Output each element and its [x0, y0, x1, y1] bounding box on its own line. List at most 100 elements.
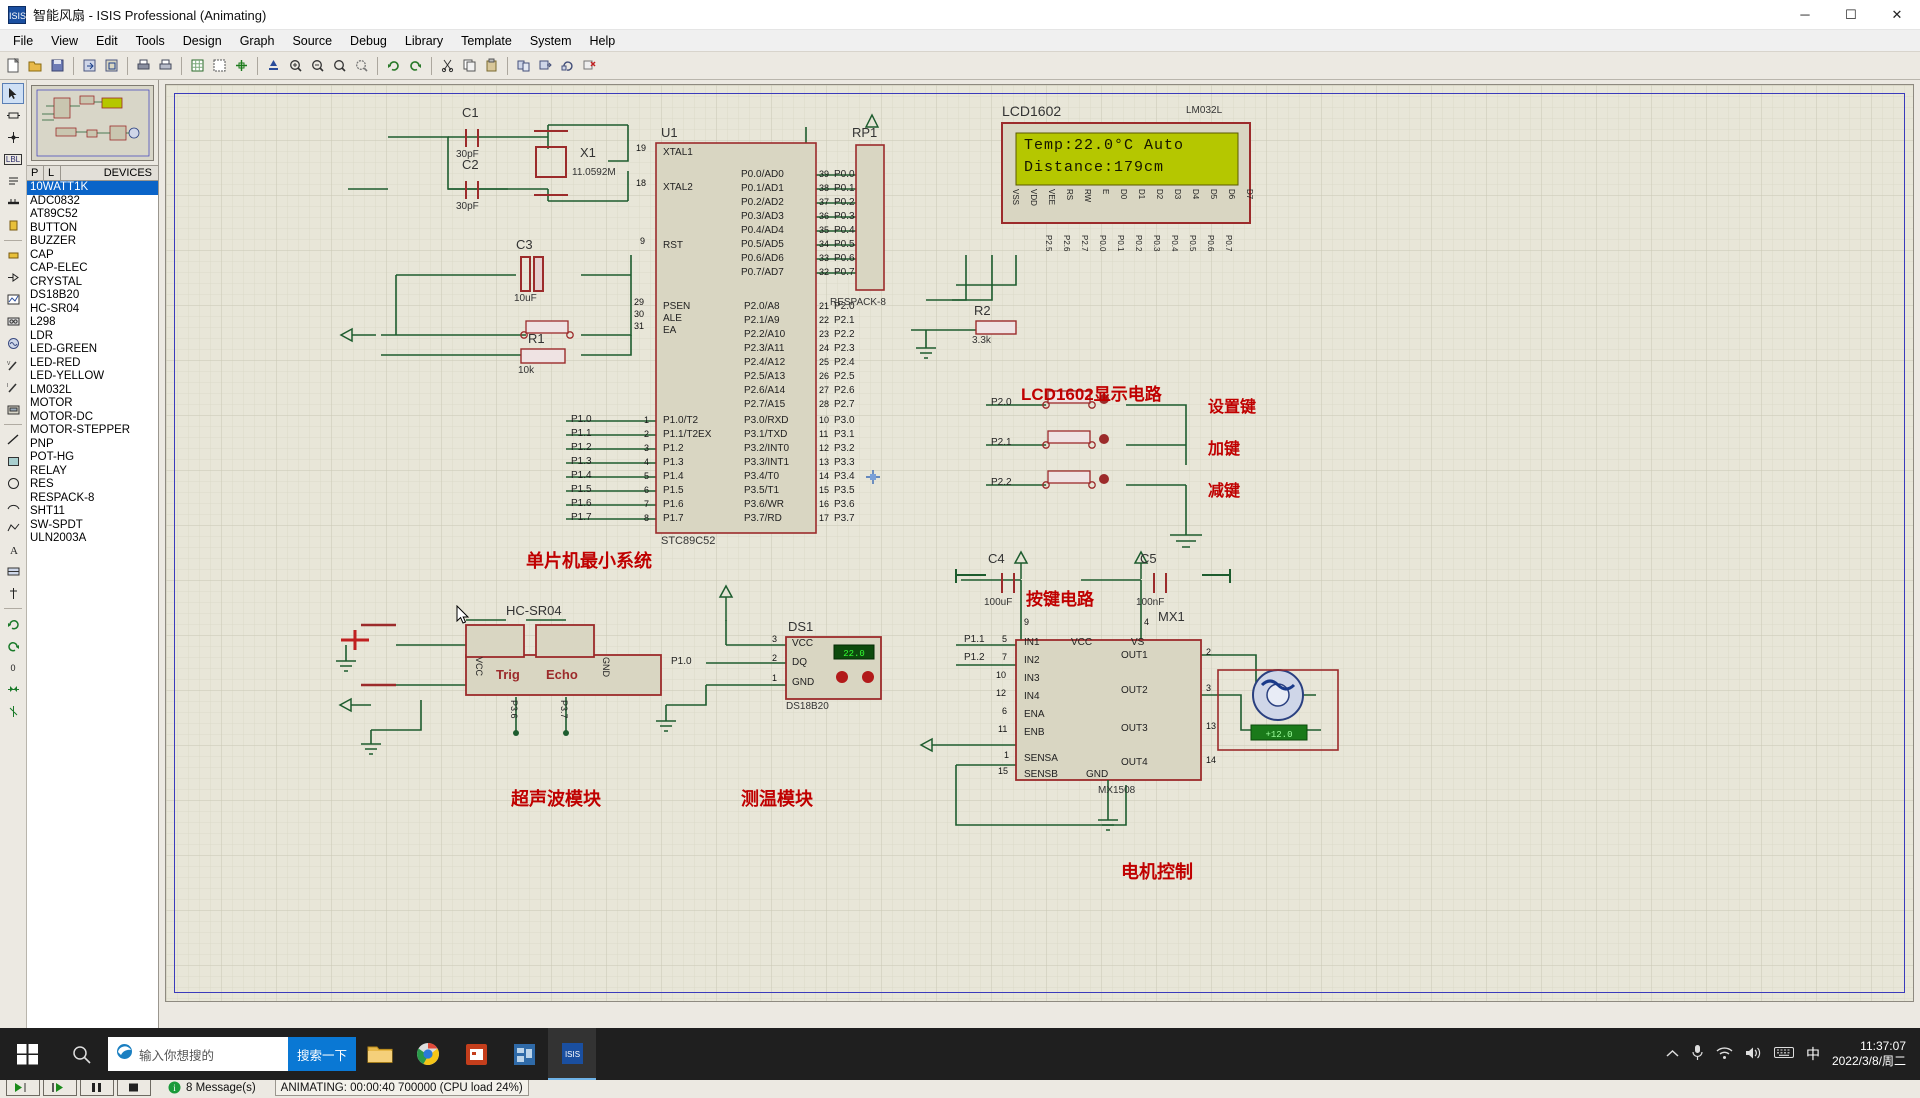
zoom-in-icon[interactable]	[285, 55, 306, 76]
device-item[interactable]: HC-SR04	[27, 303, 158, 317]
menu-template[interactable]: Template	[452, 32, 521, 50]
save-icon[interactable]	[47, 55, 68, 76]
import-icon[interactable]	[79, 55, 100, 76]
snap-grid-icon[interactable]	[209, 55, 230, 76]
origin-icon[interactable]	[231, 55, 252, 76]
menu-debug[interactable]: Debug	[341, 32, 396, 50]
devices-col-title[interactable]: DEVICES	[61, 166, 158, 180]
virtual-instrument-icon[interactable]	[2, 399, 24, 420]
menu-source[interactable]: Source	[283, 32, 341, 50]
print-area-icon[interactable]	[155, 55, 176, 76]
maximize-button[interactable]: ☐	[1828, 0, 1874, 30]
mirror-x-icon[interactable]	[2, 679, 24, 700]
marker-tool-icon[interactable]	[2, 583, 24, 604]
menu-system[interactable]: System	[521, 32, 581, 50]
message-count-area[interactable]: i 8 Message(s)	[168, 1081, 256, 1094]
text-script-icon[interactable]	[2, 171, 24, 192]
graph-mode-icon[interactable]	[2, 289, 24, 310]
new-file-icon[interactable]	[3, 55, 24, 76]
device-item[interactable]: SW-SPDT	[27, 519, 158, 533]
device-item[interactable]: CRYSTAL	[27, 276, 158, 290]
line-tool-icon[interactable]	[2, 429, 24, 450]
proteus-ares-icon[interactable]	[500, 1028, 548, 1080]
device-item[interactable]: MOTOR	[27, 397, 158, 411]
menu-file[interactable]: File	[4, 32, 42, 50]
close-button[interactable]: ✕	[1874, 0, 1920, 30]
symbol-tool-icon[interactable]	[2, 561, 24, 582]
device-item[interactable]: AT89C52	[27, 208, 158, 222]
device-item[interactable]: BUZZER	[27, 235, 158, 249]
device-item[interactable]: LED-YELLOW	[27, 370, 158, 384]
terminal-mode-icon[interactable]	[2, 245, 24, 266]
menu-view[interactable]: View	[42, 32, 87, 50]
block-rotate-icon[interactable]	[557, 55, 578, 76]
component-mode-icon[interactable]	[2, 105, 24, 126]
device-item[interactable]: L298	[27, 316, 158, 330]
text-tool-icon[interactable]: A	[2, 539, 24, 560]
subcircuit-icon[interactable]	[2, 215, 24, 236]
ime-indicator[interactable]: 中	[1806, 1044, 1820, 1064]
print-icon[interactable]	[133, 55, 154, 76]
stop-button[interactable]	[117, 1079, 151, 1096]
toggle-grid-icon[interactable]	[187, 55, 208, 76]
device-item[interactable]: RESPACK-8	[27, 492, 158, 506]
menu-tools[interactable]: Tools	[127, 32, 174, 50]
selection-mode-icon[interactable]	[2, 83, 24, 104]
device-item[interactable]: MOTOR-DC	[27, 411, 158, 425]
tape-recorder-icon[interactable]	[2, 311, 24, 332]
menu-edit[interactable]: Edit	[87, 32, 127, 50]
rotate-ccw-icon[interactable]	[2, 613, 24, 634]
cut-icon[interactable]	[437, 55, 458, 76]
box-tool-icon[interactable]	[2, 451, 24, 472]
pause-button[interactable]	[80, 1079, 114, 1096]
device-item[interactable]: ULN2003A	[27, 532, 158, 546]
search-icon[interactable]	[56, 1028, 106, 1080]
export-icon[interactable]	[101, 55, 122, 76]
device-item[interactable]: CAP	[27, 249, 158, 263]
chrome-icon[interactable]	[404, 1028, 452, 1080]
device-item[interactable]: PNP	[27, 438, 158, 452]
wire-label-icon[interactable]: LBL	[2, 149, 24, 170]
device-item[interactable]: 10WATT1K	[27, 181, 158, 195]
menu-graph[interactable]: Graph	[231, 32, 284, 50]
device-item[interactable]: LM032L	[27, 384, 158, 398]
overview-preview[interactable]	[31, 85, 154, 161]
microphone-icon[interactable]	[1691, 1044, 1704, 1064]
block-delete-icon[interactable]	[579, 55, 600, 76]
block-move-icon[interactable]	[535, 55, 556, 76]
play-button[interactable]	[6, 1079, 40, 1096]
device-item[interactable]: MOTOR-STEPPER	[27, 424, 158, 438]
chevron-up-icon[interactable]	[1666, 1047, 1679, 1061]
junction-dot-icon[interactable]	[2, 127, 24, 148]
device-item[interactable]: LED-RED	[27, 357, 158, 371]
device-item[interactable]: RELAY	[27, 465, 158, 479]
device-item[interactable]: DS18B20	[27, 289, 158, 303]
circle-tool-icon[interactable]	[2, 473, 24, 494]
device-item[interactable]: POT-HG	[27, 451, 158, 465]
paste-icon[interactable]	[481, 55, 502, 76]
file-explorer-icon[interactable]	[356, 1028, 404, 1080]
device-item[interactable]: CAP-ELEC	[27, 262, 158, 276]
rotate-cw-icon[interactable]	[2, 635, 24, 656]
redraw-icon[interactable]	[263, 55, 284, 76]
schematic-canvas[interactable]: 22.0	[165, 84, 1914, 1002]
device-item[interactable]: LDR	[27, 330, 158, 344]
device-pin-icon[interactable]	[2, 267, 24, 288]
wifi-icon[interactable]	[1716, 1046, 1733, 1063]
block-copy-icon[interactable]	[513, 55, 534, 76]
search-input[interactable]: 输入你想搜的	[108, 1037, 288, 1071]
menu-help[interactable]: Help	[581, 32, 625, 50]
device-item[interactable]: LED-GREEN	[27, 343, 158, 357]
devices-list[interactable]: 10WATT1K ADC0832 AT89C52 BUTTON BUZZER C…	[27, 181, 158, 1076]
zoom-all-icon[interactable]	[329, 55, 350, 76]
start-button[interactable]	[0, 1028, 56, 1080]
undo-icon[interactable]	[383, 55, 404, 76]
open-file-icon[interactable]	[25, 55, 46, 76]
volume-icon[interactable]	[1745, 1046, 1762, 1063]
generator-mode-icon[interactable]	[2, 333, 24, 354]
clock[interactable]: 11:37:07 2022/3/8/周二	[1832, 1039, 1910, 1069]
keyboard-icon[interactable]	[1774, 1046, 1794, 1062]
schematic-drawing[interactable]: 22.0	[166, 85, 1556, 1002]
copy-icon[interactable]	[459, 55, 480, 76]
menu-design[interactable]: Design	[174, 32, 231, 50]
